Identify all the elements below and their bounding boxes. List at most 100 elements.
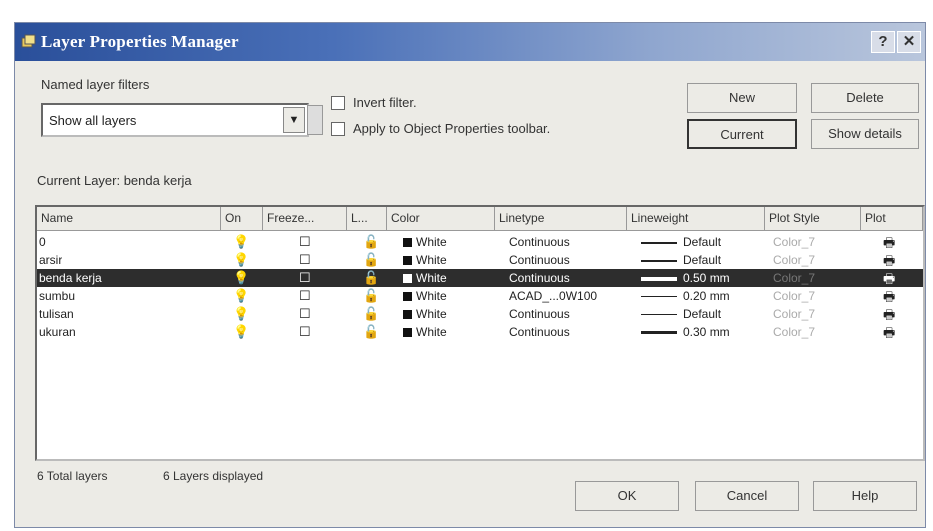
- sun-icon[interactable]: ☐: [299, 288, 311, 304]
- layer-plot-style: Color_7: [773, 307, 816, 321]
- color-name: White: [416, 325, 447, 339]
- sun-icon[interactable]: ☐: [299, 306, 311, 322]
- total-layers-status: 6 Total layers: [37, 469, 108, 483]
- col-header-lock[interactable]: L...: [347, 207, 387, 231]
- lock-icon[interactable]: 🔓: [363, 270, 379, 286]
- layer-table[interactable]: Name On Freeze... L... Color Linetype Li…: [35, 205, 925, 461]
- lineweight-sample: [641, 331, 677, 335]
- invert-filter-checkbox[interactable]: [331, 96, 345, 110]
- layer-lineweight[interactable]: 0.20 mm: [641, 287, 730, 305]
- lineweight-value: 0.50 mm: [683, 271, 730, 285]
- chevron-down-icon[interactable]: ▼: [283, 107, 305, 133]
- lightbulb-icon[interactable]: 💡: [233, 324, 249, 340]
- lightbulb-icon[interactable]: 💡: [233, 306, 249, 322]
- cancel-button[interactable]: Cancel: [695, 481, 799, 511]
- lineweight-value: 0.30 mm: [683, 325, 730, 339]
- color-name: White: [416, 235, 447, 249]
- table-row[interactable]: ukuran 💡 ☐ 🔓 White Continuous 0.30 mm Co…: [37, 323, 923, 341]
- lock-icon[interactable]: 🔓: [363, 306, 379, 322]
- color-name: White: [416, 271, 447, 285]
- color-swatch: [403, 328, 412, 338]
- layer-name: benda kerja: [39, 271, 102, 285]
- layer-color[interactable]: White: [403, 305, 447, 323]
- window-title: Layer Properties Manager: [41, 32, 239, 51]
- sun-icon[interactable]: ☐: [299, 270, 311, 286]
- col-header-on[interactable]: On: [221, 207, 263, 231]
- layer-linetype[interactable]: Continuous: [509, 251, 570, 269]
- lightbulb-icon[interactable]: 💡: [233, 288, 249, 304]
- sun-icon[interactable]: ☐: [299, 252, 311, 268]
- color-name: White: [416, 307, 447, 321]
- table-row-selected[interactable]: benda kerja 💡 ☐ 🔓 White Continuous 0.50 …: [37, 269, 923, 287]
- table-row[interactable]: sumbu 💡 ☐ 🔓 White ACAD_...0W100 0.20 mm …: [37, 287, 923, 305]
- lineweight-value: Default: [683, 235, 722, 249]
- lightbulb-icon[interactable]: 💡: [233, 234, 249, 250]
- title-bar[interactable]: Layer Properties Manager ? ✕: [15, 23, 925, 61]
- lineweight-sample: [641, 241, 677, 244]
- table-row[interactable]: tulisan 💡 ☐ 🔓 White Continuous Default C…: [37, 305, 923, 323]
- named-filters-label: Named layer filters: [41, 77, 150, 92]
- current-button[interactable]: Current: [687, 119, 797, 149]
- col-header-color[interactable]: Color: [387, 207, 495, 231]
- col-header-plot[interactable]: Plot: [861, 207, 923, 231]
- lock-icon[interactable]: 🔓: [363, 234, 379, 250]
- current-layer-label: Current Layer: benda kerja: [37, 173, 192, 188]
- close-button[interactable]: ✕: [897, 31, 921, 53]
- layer-name: ukuran: [39, 325, 76, 339]
- lineweight-value: Default: [683, 253, 722, 267]
- col-header-plot-style[interactable]: Plot Style: [765, 207, 861, 231]
- table-row[interactable]: 0 💡 ☐ 🔓 White Continuous Default Color_7…: [37, 233, 923, 251]
- named-filters-select[interactable]: Show all layers ▼: [41, 103, 309, 137]
- layer-linetype[interactable]: ACAD_...0W100: [509, 287, 597, 305]
- col-header-freeze[interactable]: Freeze...: [263, 207, 347, 231]
- help-button[interactable]: Help: [813, 481, 917, 511]
- printer-icon[interactable]: 🖶: [883, 324, 895, 346]
- lock-icon[interactable]: 🔓: [363, 288, 379, 304]
- color-name: White: [416, 289, 447, 303]
- color-swatch: [403, 310, 412, 320]
- layer-color[interactable]: White: [403, 251, 447, 269]
- lock-icon[interactable]: 🔓: [363, 252, 379, 268]
- sun-icon[interactable]: ☐: [299, 324, 311, 340]
- layer-lineweight[interactable]: Default: [641, 251, 721, 269]
- layer-plot-style: Color_7: [773, 253, 816, 267]
- layer-linetype[interactable]: Continuous: [509, 269, 570, 287]
- lock-icon[interactable]: 🔓: [363, 324, 379, 340]
- layer-color[interactable]: White: [403, 269, 447, 287]
- col-header-linetype[interactable]: Linetype: [495, 207, 627, 231]
- layer-name: tulisan: [39, 307, 74, 321]
- table-row[interactable]: arsir 💡 ☐ 🔓 White Continuous Default Col…: [37, 251, 923, 269]
- layer-lineweight[interactable]: 0.30 mm: [641, 323, 730, 341]
- layer-lineweight[interactable]: Default: [641, 233, 721, 251]
- lineweight-sample: [641, 296, 677, 298]
- layer-properties-dialog: Layer Properties Manager ? ✕ Named layer…: [14, 22, 926, 528]
- layer-lineweight[interactable]: 0.50 mm: [641, 269, 730, 287]
- layer-linetype[interactable]: Continuous: [509, 305, 570, 323]
- layer-plot-style: Color_7: [773, 289, 816, 303]
- filter-dialog-button[interactable]: [307, 105, 323, 135]
- col-header-name[interactable]: Name: [37, 207, 221, 231]
- ok-button[interactable]: OK: [575, 481, 679, 511]
- apply-toolbar-label: Apply to Object Properties toolbar.: [353, 121, 551, 136]
- layer-linetype[interactable]: Continuous: [509, 233, 570, 251]
- layer-color[interactable]: White: [403, 233, 447, 251]
- title-help-button[interactable]: ?: [871, 31, 895, 53]
- layer-lineweight[interactable]: Default: [641, 305, 721, 323]
- layer-color[interactable]: White: [403, 323, 447, 341]
- lineweight-sample: [641, 314, 677, 316]
- col-header-lineweight[interactable]: Lineweight: [627, 207, 765, 231]
- color-swatch: [403, 256, 412, 266]
- apply-toolbar-checkbox[interactable]: [331, 122, 345, 136]
- sun-icon[interactable]: ☐: [299, 234, 311, 250]
- layer-color[interactable]: White: [403, 287, 447, 305]
- new-button[interactable]: New: [687, 83, 797, 113]
- lineweight-value: 0.20 mm: [683, 289, 730, 303]
- layer-linetype[interactable]: Continuous: [509, 323, 570, 341]
- lightbulb-icon[interactable]: 💡: [233, 252, 249, 268]
- color-swatch: [403, 292, 412, 302]
- delete-button[interactable]: Delete: [811, 83, 919, 113]
- lightbulb-icon[interactable]: 💡: [233, 270, 249, 286]
- color-swatch: [403, 238, 412, 248]
- show-details-button[interactable]: Show details: [811, 119, 919, 149]
- layer-name: arsir: [39, 253, 63, 267]
